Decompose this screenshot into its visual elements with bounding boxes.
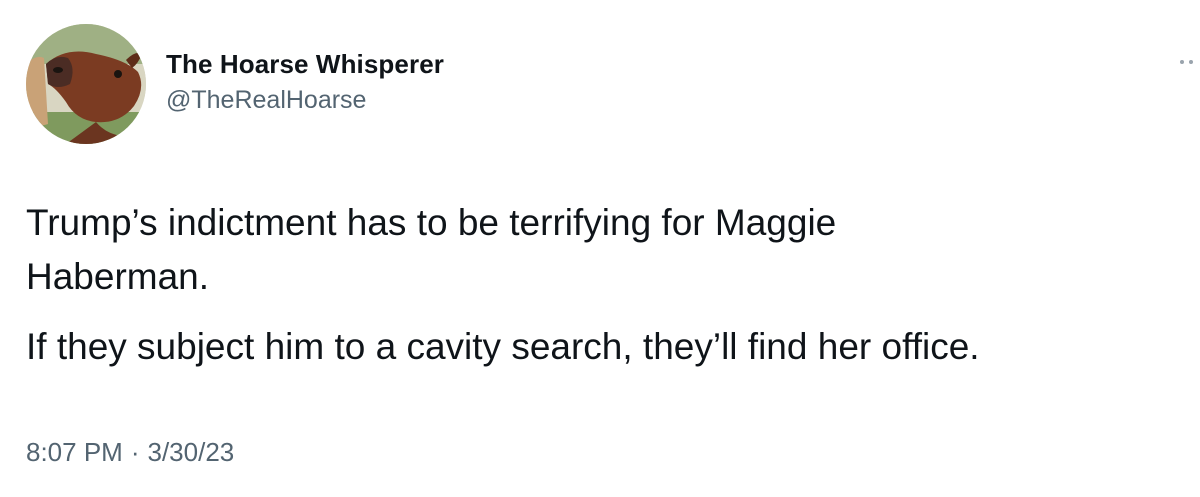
display-name[interactable]: The Hoarse Whisperer: [166, 48, 444, 80]
tweet-paragraph: Trump’s indictment has to be terrifying …: [26, 202, 837, 297]
tweet-date: 3/30/23: [147, 437, 235, 467]
tweet-text: Trump’s indictment has to be terrifying …: [26, 196, 1186, 374]
tweet-card: The Hoarse Whisperer @TheRealHoarse Trum…: [0, 0, 1200, 497]
separator: ·: [130, 437, 140, 467]
dot: [1189, 60, 1193, 64]
author-info: The Hoarse Whisperer @TheRealHoarse: [166, 48, 444, 116]
more-options-icon[interactable]: [1178, 52, 1200, 72]
tweet-timestamp[interactable]: 8:07 PM · 3/30/23: [26, 436, 234, 468]
user-handle[interactable]: @TheRealHoarse: [166, 84, 444, 116]
avatar[interactable]: [26, 24, 146, 144]
tweet-time: 8:07 PM: [26, 437, 123, 467]
dot: [1180, 60, 1184, 64]
tweet-paragraph: If they subject him to a cavity search, …: [26, 326, 980, 367]
horse-avatar-icon: [26, 24, 146, 144]
